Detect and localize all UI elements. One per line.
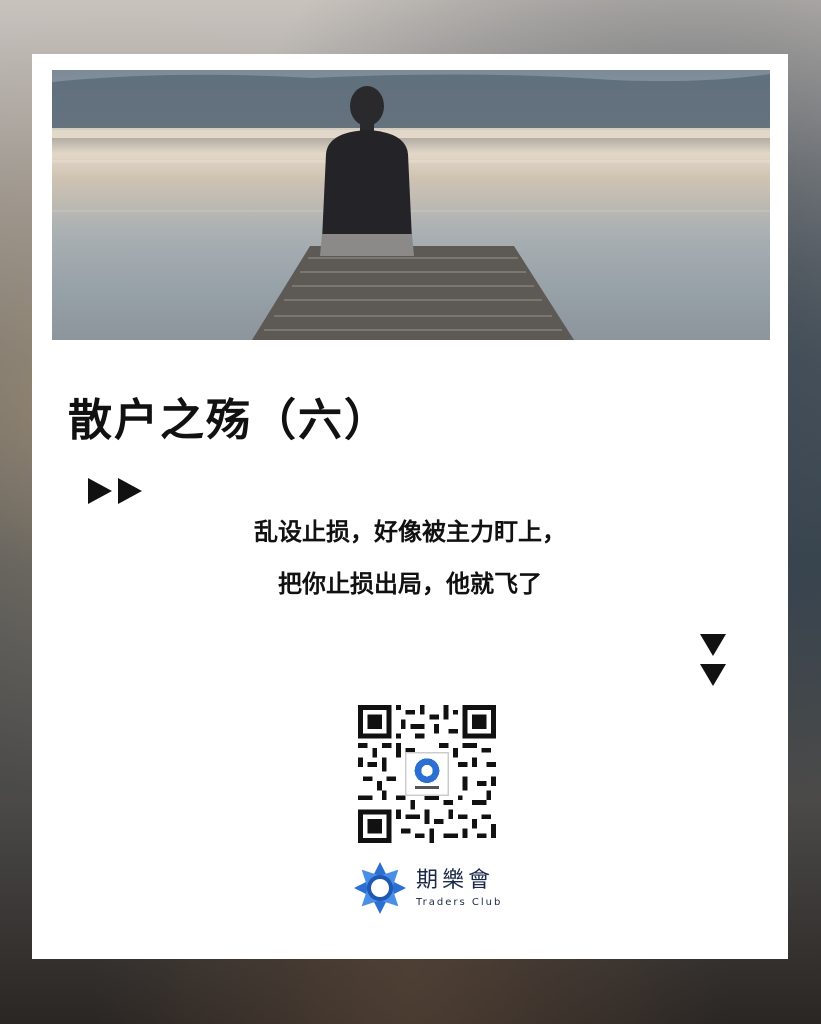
lake-pier-photo [52, 70, 770, 340]
page-title: 散户之殇（六） [68, 395, 390, 446]
play-icon [118, 478, 142, 504]
play-icons [88, 478, 142, 504]
down-triangle-icon [700, 664, 726, 686]
brand-name-en: Traders Club [416, 896, 503, 908]
poster-card: 散户之殇（六） 乱设止损，好像被主力盯上， 把你止损出局，他就飞了 期樂會 Tr… [32, 54, 788, 959]
traders-club-logo-icon [354, 862, 406, 914]
down-triangle-icon [700, 634, 726, 656]
down-triangle-icons [700, 634, 726, 686]
brand-text: 期樂會 Traders Club [416, 867, 503, 908]
play-icon [88, 478, 112, 504]
brand-logo: 期樂會 Traders Club [352, 860, 502, 916]
qr-code-icon [358, 705, 496, 843]
brand-name-cn: 期樂會 [416, 867, 495, 893]
message-line-2: 把你止损出局，他就飞了 [278, 570, 542, 598]
message-line-1: 乱设止损，好像被主力盯上， [254, 518, 566, 546]
